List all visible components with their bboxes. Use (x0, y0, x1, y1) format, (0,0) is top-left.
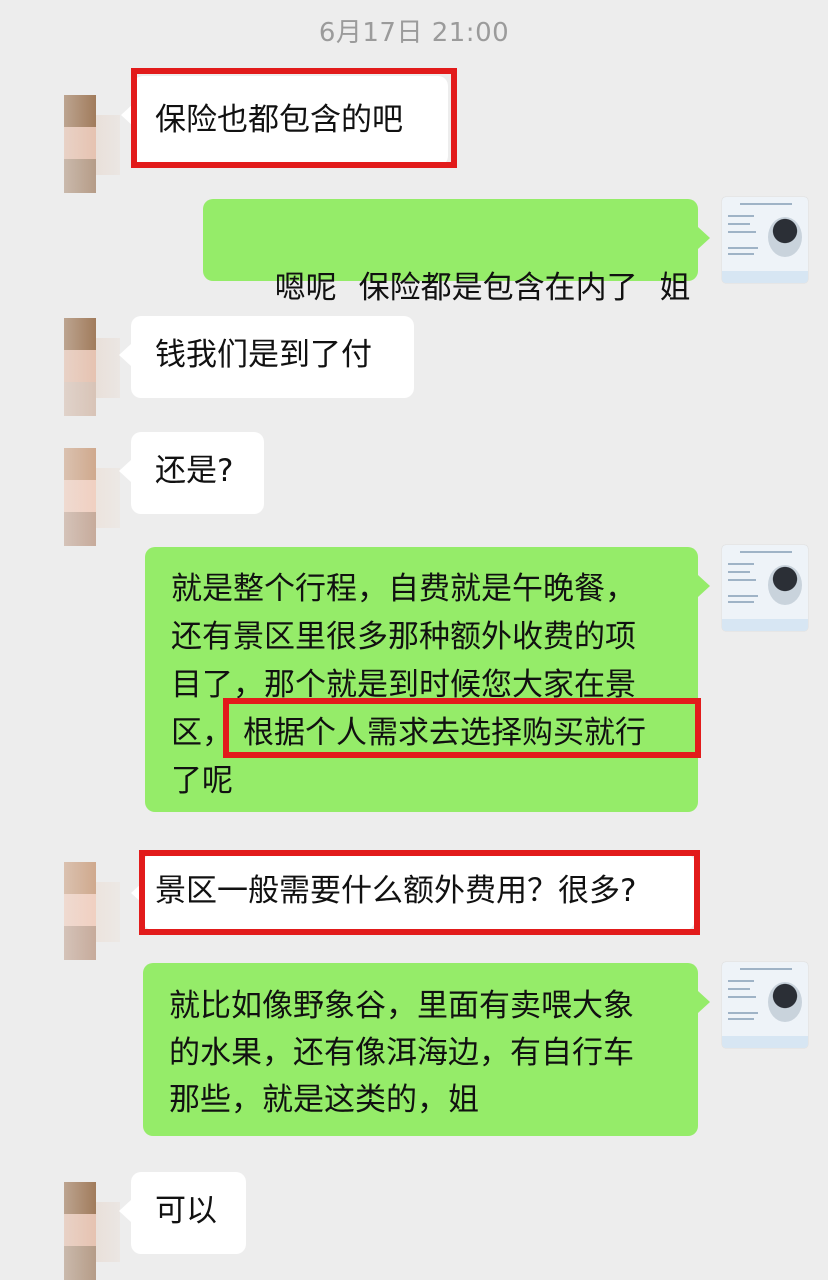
contact-avatar[interactable] (34, 862, 124, 960)
highlight-box (139, 850, 700, 935)
message-line: 就是整个行程，自费就是午晚餐， (171, 571, 636, 607)
message-line: 那些，就是这类的，姐 (169, 1082, 479, 1118)
business-card-avatar-icon[interactable] (722, 962, 808, 1048)
message-text: 嗯呢 保险都是包含在内了 姐 (274, 270, 691, 306)
message-bubble-received[interactable]: 钱我们是到了付 (119, 316, 414, 398)
business-card-avatar-icon[interactable] (722, 197, 808, 283)
message-bubble-sent[interactable]: 嗯呢 保险都是包含在内了 姐 (203, 199, 710, 306)
business-card-avatar-icon[interactable] (722, 545, 808, 631)
message-bubble-sent[interactable]: 就比如像野象谷，里面有卖喂大象 的水果，还有像洱海边，有自行车 那些，就是这类的… (143, 963, 710, 1136)
message-text: 钱我们是到了付 (155, 337, 372, 373)
message-line: 了呢 (171, 763, 233, 799)
contact-avatar[interactable] (34, 95, 124, 193)
contact-avatar[interactable] (34, 318, 124, 416)
highlight-box (131, 68, 457, 168)
message-line: 的水果，还有像洱海边，有自行车 (169, 1035, 634, 1071)
message-line: 就比如像野象谷，里面有卖喂大象 (169, 988, 634, 1024)
message-bubble-received[interactable]: 还是? (119, 432, 264, 514)
chat-timestamp: 6月17日 21:00 (318, 18, 510, 48)
message-bubble-received[interactable]: 可以 (119, 1172, 246, 1254)
message-line: 还有景区里很多那种额外收费的项 (171, 619, 636, 655)
message-bubble-sent[interactable]: 就是整个行程，自费就是午晚餐， 还有景区里很多那种额外收费的项 目了，那个就是到… (145, 547, 710, 812)
contact-avatar[interactable] (34, 448, 124, 546)
message-text: 还是? (155, 453, 234, 489)
message-text: 可以 (155, 1193, 217, 1229)
contact-avatar[interactable] (34, 1182, 124, 1280)
highlight-box (223, 698, 701, 758)
